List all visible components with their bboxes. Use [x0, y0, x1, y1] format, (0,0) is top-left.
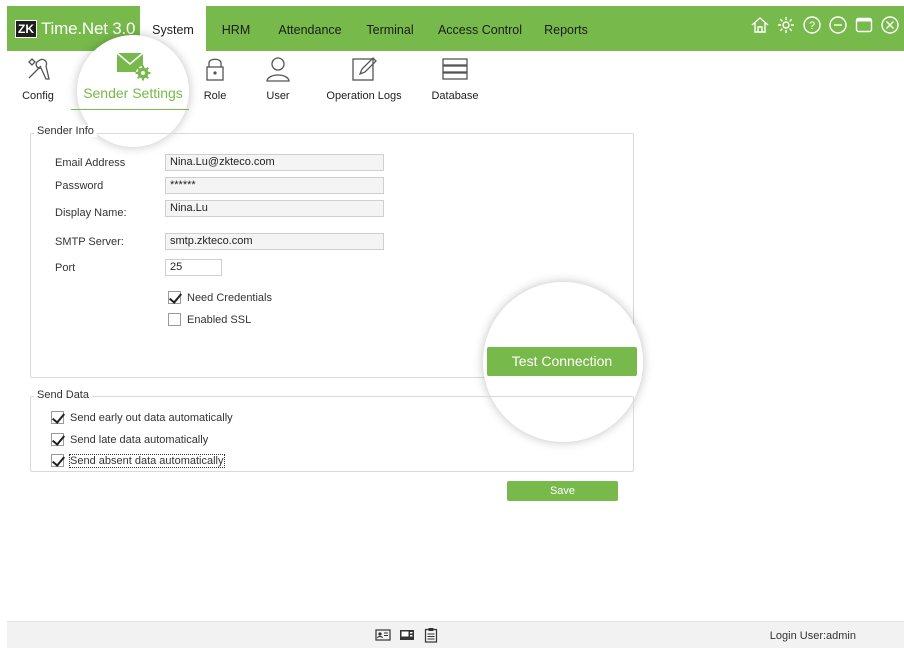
toolbar-config[interactable]: Config — [17, 51, 59, 102]
need-credentials-checkbox[interactable]: Need Credentials — [168, 291, 272, 304]
minimize-icon[interactable] — [828, 15, 848, 35]
email-label: Email Address — [55, 157, 126, 169]
active-tool-underline — [71, 109, 189, 110]
toolbar-operation-logs[interactable]: Operation Logs — [324, 51, 404, 102]
enabled-ssl-label: Enabled SSL — [187, 313, 252, 326]
send-late-checkbox[interactable]: Send late data automatically — [51, 433, 208, 446]
test-connection-button[interactable]: Test Connection — [487, 347, 637, 376]
port-label: Port — [55, 262, 76, 274]
send-data-title: Send Data — [34, 389, 92, 401]
need-credentials-label: Need Credentials — [187, 291, 272, 304]
checkbox-box — [51, 433, 64, 446]
toolbar-role[interactable]: Role — [200, 51, 230, 102]
tools-icon — [24, 55, 52, 83]
user-icon — [264, 55, 292, 83]
send-absent-checkbox[interactable]: Send absent data automatically — [51, 453, 225, 468]
tab-hrm[interactable]: HRM — [212, 6, 260, 51]
footer-icons — [375, 627, 439, 646]
toolbar-database[interactable]: Database — [429, 51, 481, 102]
database-icon — [441, 55, 469, 83]
save-button[interactable]: Save — [507, 481, 618, 501]
tab-access-control[interactable]: Access Control — [435, 6, 525, 51]
login-user-status: Login User:admin — [769, 630, 856, 642]
window-controls: ? — [750, 15, 900, 35]
enabled-ssl-checkbox[interactable]: Enabled SSL — [168, 313, 251, 326]
send-late-label: Send late data automatically — [70, 433, 209, 446]
smtp-server-label: SMTP Server: — [55, 236, 124, 248]
password-label: Password — [55, 180, 104, 192]
home-icon[interactable] — [750, 15, 770, 35]
display-name-field[interactable]: Nina.Lu — [165, 200, 384, 217]
clipboard-icon[interactable] — [423, 627, 439, 646]
display-name-label: Display Name: — [55, 207, 127, 219]
smtp-server-field[interactable]: smtp.zkteco.com — [165, 233, 384, 250]
password-field[interactable]: ****** — [165, 177, 384, 194]
help-icon[interactable]: ? — [802, 15, 822, 35]
svg-text:?: ? — [809, 20, 815, 32]
tab-reports[interactable]: Reports — [537, 6, 595, 51]
edit-log-icon — [350, 55, 378, 83]
sender-info-title: Sender Info — [34, 125, 97, 137]
lock-icon — [201, 55, 229, 83]
toolbar-user[interactable]: User — [260, 51, 296, 102]
system-toolbar: Config Sender Settings Role User Operati… — [7, 35, 904, 147]
terminal-device-icon[interactable] — [399, 627, 415, 646]
maximize-icon[interactable] — [854, 15, 874, 35]
send-early-out-checkbox[interactable]: Send early out data automatically — [51, 411, 233, 424]
close-icon[interactable] — [880, 15, 900, 35]
checkbox-box — [168, 313, 181, 326]
status-bar: Login User:admin — [7, 621, 904, 648]
send-absent-label: Send absent data automatically — [69, 453, 225, 468]
sender-settings-label: Sender Settings — [83, 85, 183, 101]
logo-mark: ZK — [15, 20, 37, 38]
gear-icon[interactable] — [776, 15, 796, 35]
tab-attendance[interactable]: Attendance — [275, 6, 345, 51]
checkbox-box — [51, 454, 64, 467]
mail-gear-icon — [113, 49, 153, 83]
checkbox-box — [51, 411, 64, 424]
tab-terminal[interactable]: Terminal — [360, 6, 420, 51]
toolbar-sender-settings[interactable]: Sender Settings — [77, 51, 189, 101]
send-early-out-label: Send early out data automatically — [70, 411, 233, 424]
email-field[interactable]: Nina.Lu@zkteco.com — [165, 154, 384, 171]
app-window: ZK Time.Net 3.0 System HRM Attendance Te… — [7, 6, 904, 648]
checkbox-box — [168, 291, 181, 304]
id-card-icon[interactable] — [375, 627, 391, 646]
port-field[interactable]: 25 — [165, 259, 222, 276]
